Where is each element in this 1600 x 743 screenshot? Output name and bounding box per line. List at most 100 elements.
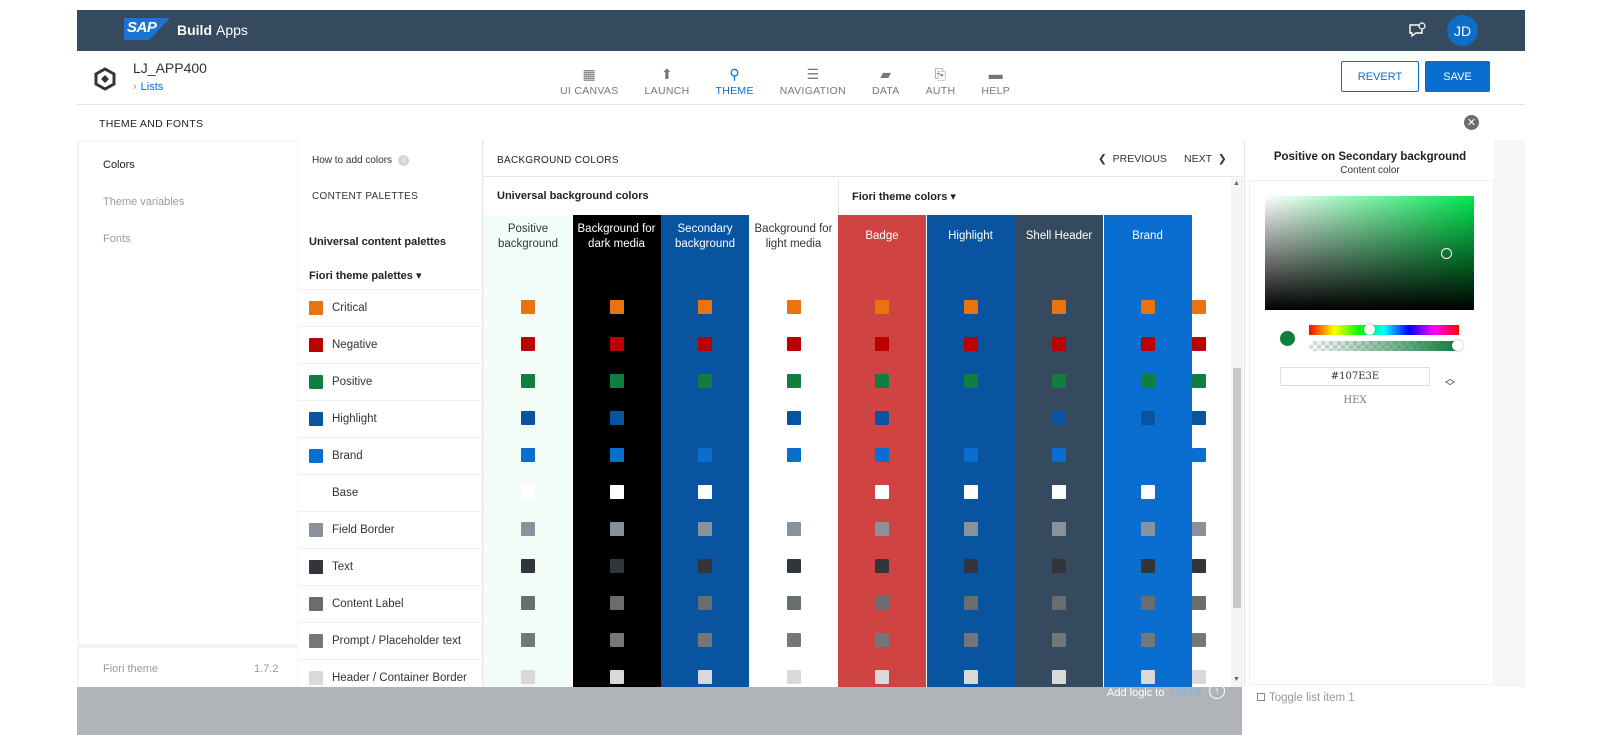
color-chip[interactable] (963, 596, 978, 610)
color-chip[interactable] (875, 337, 889, 351)
color-chip[interactable] (1192, 522, 1206, 536)
color-chip[interactable] (963, 670, 978, 684)
palette-row[interactable]: Base (298, 474, 483, 511)
color-chip[interactable] (1140, 522, 1155, 536)
color-chip[interactable] (1192, 596, 1206, 610)
breadcrumb-lists[interactable]: Lists (141, 81, 164, 93)
color-chip[interactable] (609, 559, 624, 573)
color-chip[interactable] (786, 300, 801, 314)
color-chip[interactable] (609, 522, 624, 536)
color-chip[interactable] (1052, 337, 1066, 351)
tab-theme[interactable]: ⚲ THEME (703, 57, 767, 101)
palette-row[interactable]: Prompt / Placeholder text (298, 622, 483, 659)
column-header[interactable]: Highlight (927, 215, 1015, 258)
color-chip[interactable] (609, 374, 624, 388)
color-chip[interactable] (1140, 448, 1155, 462)
color-chip[interactable] (698, 596, 712, 610)
column-header[interactable]: Positive background (484, 215, 572, 258)
color-chip[interactable] (963, 633, 978, 647)
color-chip[interactable] (698, 448, 712, 462)
scroll-up-icon[interactable]: ▲ (1233, 180, 1240, 187)
alpha-slider-handle[interactable] (1452, 340, 1463, 351)
add-logic-link[interactable]: LISTS (1170, 687, 1201, 699)
toggle-list-item[interactable]: Toggle list item 1 (1257, 692, 1355, 704)
color-chip[interactable] (1052, 559, 1066, 573)
color-chip[interactable] (786, 485, 801, 499)
color-chip[interactable] (1192, 485, 1206, 499)
color-chip[interactable] (698, 300, 712, 314)
palette-row[interactable]: Highlight (298, 400, 483, 437)
color-chip[interactable] (698, 522, 712, 536)
sidebar-item-colors[interactable]: Colors (103, 159, 135, 171)
tab-auth[interactable]: ⎘ AUTH (913, 57, 969, 101)
color-chip[interactable] (1192, 374, 1206, 388)
color-chip[interactable] (875, 633, 889, 647)
color-chip[interactable] (875, 559, 889, 573)
color-chip[interactable] (786, 374, 801, 388)
palette-row[interactable]: Brand (298, 437, 483, 474)
hue-slider-handle[interactable] (1364, 324, 1375, 335)
color-chip[interactable] (609, 596, 624, 610)
color-chip[interactable] (875, 596, 889, 610)
scroll-down-icon[interactable]: ▼ (1233, 676, 1240, 683)
universal-content-palettes[interactable]: Universal content palettes (309, 236, 446, 248)
color-chip[interactable] (1052, 485, 1066, 499)
checkbox-icon[interactable] (1257, 693, 1265, 701)
color-chip[interactable] (521, 596, 535, 610)
color-chip[interactable] (963, 300, 978, 314)
hex-input[interactable] (1280, 367, 1430, 386)
saturation-value-area[interactable] (1265, 196, 1474, 310)
save-button[interactable]: SAVE (1425, 61, 1490, 92)
revert-button[interactable]: REVERT (1341, 61, 1419, 92)
color-chip[interactable] (786, 448, 801, 462)
color-chip[interactable] (1052, 522, 1066, 536)
fiori-theme-colors[interactable]: Fiori theme colors ▾ (852, 190, 956, 203)
color-chip[interactable] (786, 559, 801, 573)
palette-row[interactable]: Header / Container Border (298, 659, 483, 687)
color-chip[interactable] (609, 485, 624, 499)
column-header[interactable]: Badge (838, 215, 926, 258)
color-chip[interactable] (1192, 448, 1206, 462)
color-chip[interactable] (698, 411, 712, 425)
color-chip[interactable] (1140, 411, 1155, 425)
color-chip[interactable] (521, 374, 535, 388)
color-chip[interactable] (698, 337, 712, 351)
color-chip[interactable] (609, 633, 624, 647)
palette-row[interactable]: Text (298, 548, 483, 585)
tab-data[interactable]: ▰ DATA (859, 57, 913, 101)
color-chip[interactable] (521, 448, 535, 462)
color-chip[interactable] (698, 670, 712, 684)
close-icon[interactable]: ✕ (1464, 115, 1479, 130)
color-chip[interactable] (1052, 411, 1066, 425)
color-chip[interactable] (963, 485, 978, 499)
column-header[interactable]: Background for light media (750, 215, 838, 258)
color-chip[interactable] (1052, 374, 1066, 388)
color-chip[interactable] (609, 300, 624, 314)
color-chip[interactable] (1192, 300, 1206, 314)
column-header[interactable]: Secondary background (661, 215, 749, 258)
sidebar-item-fonts[interactable]: Fonts (103, 233, 131, 245)
color-chip[interactable] (609, 411, 624, 425)
color-chip[interactable] (1052, 300, 1066, 314)
info-icon[interactable]: i (398, 155, 410, 166)
tab-navigation[interactable]: ☰ NAVIGATION (767, 57, 859, 101)
color-chip[interactable] (609, 448, 624, 462)
color-chip[interactable] (521, 522, 535, 536)
color-chip[interactable] (875, 411, 889, 425)
color-chip[interactable] (609, 670, 624, 684)
feedback-icon[interactable] (1407, 21, 1427, 41)
palette-row[interactable]: Content Label (298, 585, 483, 622)
color-chip[interactable] (1192, 337, 1206, 351)
column-header[interactable]: Background for dark media (573, 215, 661, 258)
color-chip[interactable] (1140, 485, 1155, 499)
color-chip[interactable] (521, 485, 535, 499)
color-chip[interactable] (1140, 559, 1155, 573)
color-chip[interactable] (963, 411, 978, 425)
color-chip[interactable] (1140, 374, 1155, 388)
color-chip[interactable] (963, 559, 978, 573)
how-to-add-colors[interactable]: How to add colors i (312, 155, 410, 166)
color-chip[interactable] (786, 633, 801, 647)
color-chip[interactable] (609, 337, 624, 351)
color-chip[interactable] (875, 374, 889, 388)
palette-row[interactable]: Negative (298, 326, 483, 363)
